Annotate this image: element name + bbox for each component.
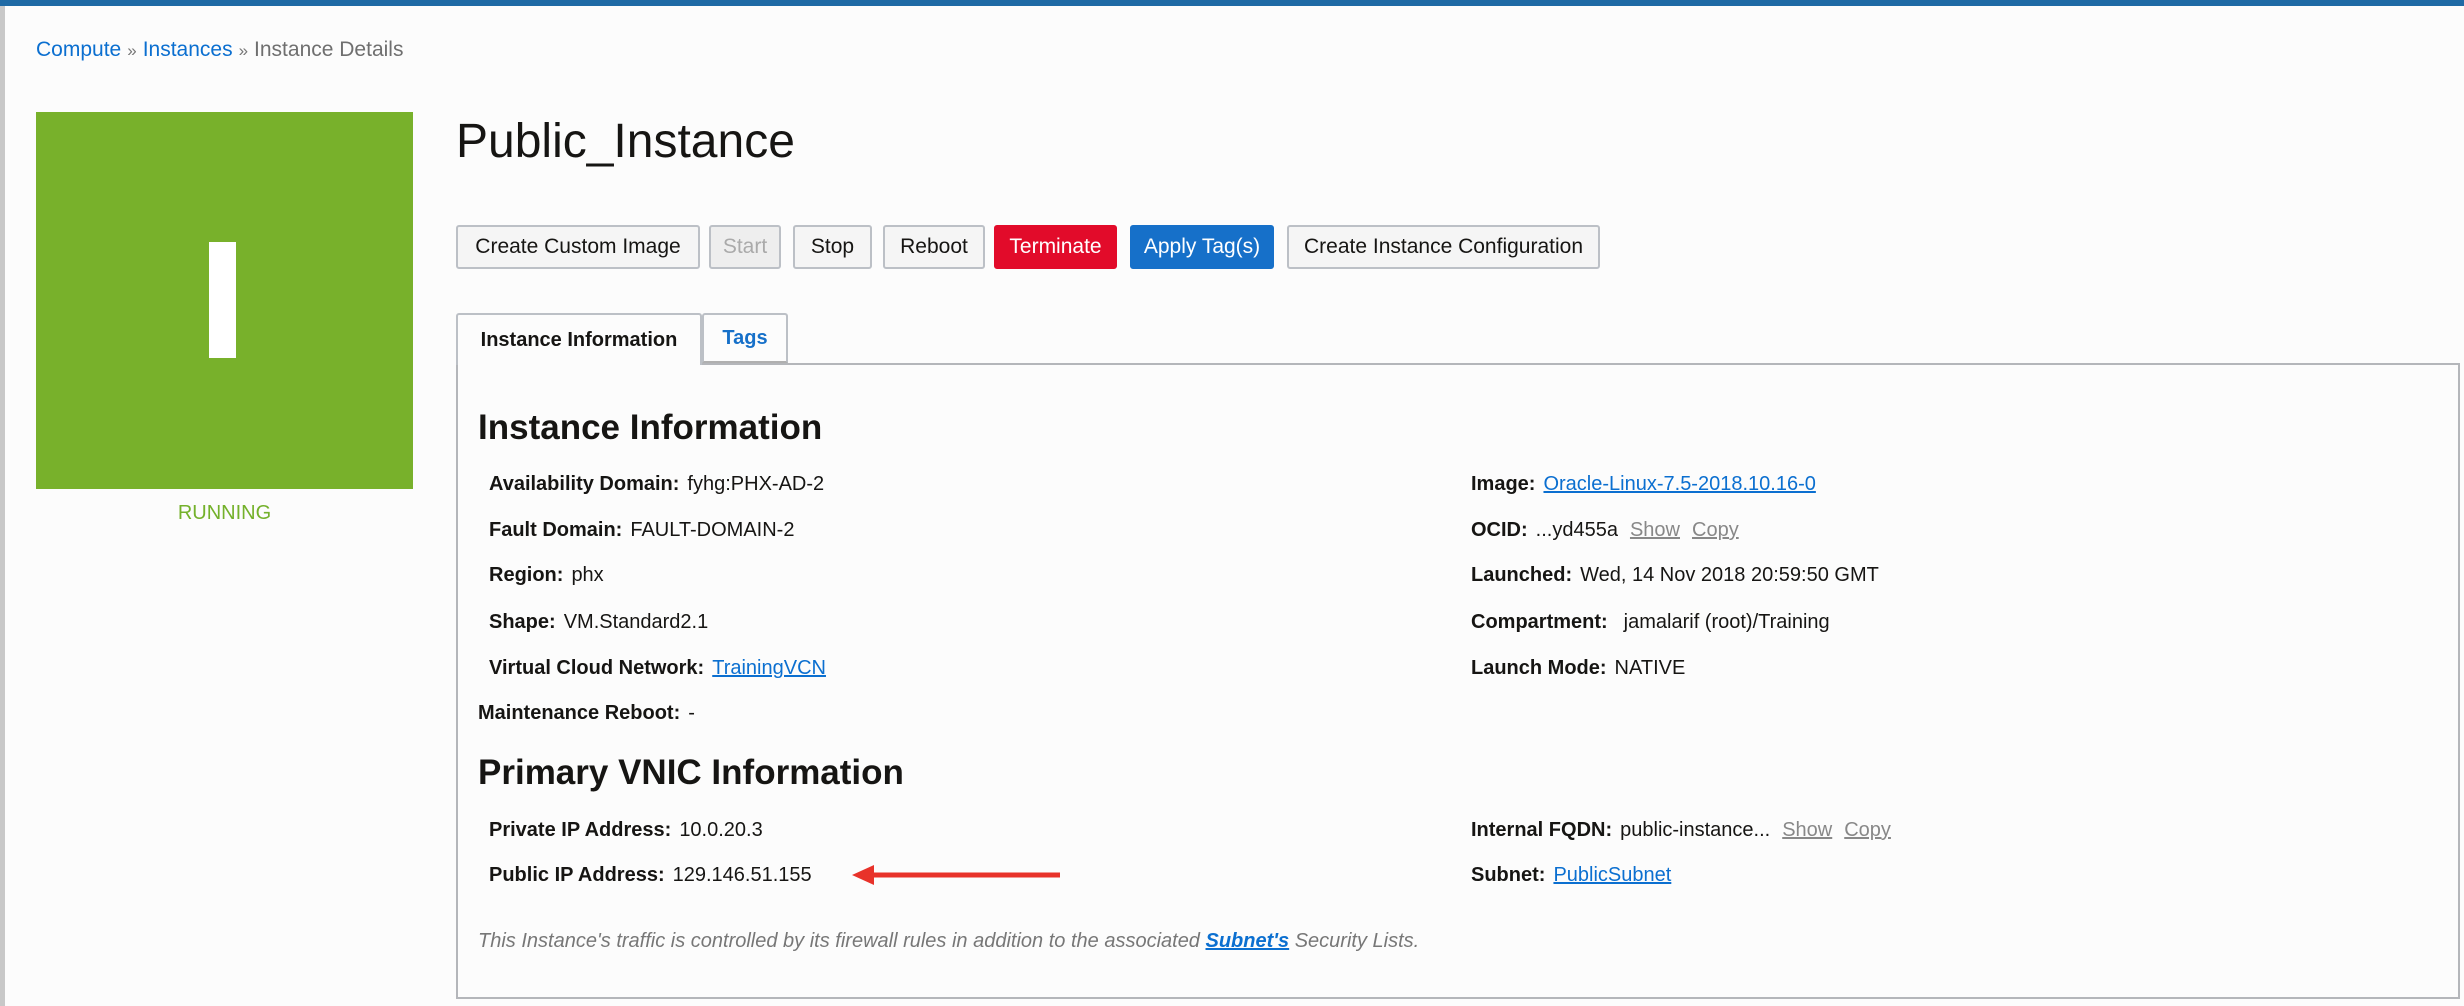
- field-value: -: [688, 702, 695, 724]
- left-edge: [0, 6, 5, 1006]
- field-label: Virtual Cloud Network:: [489, 657, 705, 679]
- terminate-button[interactable]: Terminate: [994, 225, 1117, 269]
- image-link[interactable]: Oracle-Linux-7.5-2018.10.16-0: [1543, 473, 1815, 495]
- field-value: Wed, 14 Nov 2018 20:59:50 GMT: [1580, 564, 1879, 586]
- ocid-show-link[interactable]: Show: [1630, 519, 1680, 541]
- maintenance-reboot-row: Maintenance Reboot: -: [478, 702, 695, 725]
- field-label: Internal FQDN:: [1471, 819, 1613, 841]
- field-label: Region:: [489, 564, 564, 586]
- field-label: Launch Mode:: [1471, 657, 1607, 679]
- internal-fqdn-row: Internal FQDN: public-instance... Show Copy: [1471, 819, 1891, 842]
- field-label: Image:: [1471, 473, 1536, 495]
- tab-tags[interactable]: Tags: [702, 313, 788, 363]
- field-label: Shape:: [489, 611, 556, 633]
- field-label: Maintenance Reboot:: [478, 702, 681, 724]
- field-label: Launched:: [1471, 564, 1573, 586]
- vcn-row: Virtual Cloud Network: TrainingVCN: [489, 657, 826, 680]
- field-value: 10.0.20.3: [679, 819, 763, 841]
- field-value: VM.Standard2.1: [563, 611, 709, 633]
- fault-domain-row: Fault Domain: FAULT-DOMAIN-2: [489, 519, 794, 542]
- create-instance-configuration-button[interactable]: Create Instance Configuration: [1287, 225, 1600, 269]
- fqdn-show-link[interactable]: Show: [1782, 819, 1832, 841]
- breadcrumb-separator: »: [127, 41, 137, 60]
- breadcrumb-compute[interactable]: Compute: [36, 38, 121, 61]
- note-text: Security Lists.: [1294, 930, 1420, 952]
- field-value: NATIVE: [1614, 657, 1686, 679]
- field-label: Subnet:: [1471, 864, 1546, 886]
- top-bar: [0, 0, 2464, 6]
- primary-vnic-heading: Primary VNIC Information: [478, 753, 904, 792]
- region-row: Region: phx: [489, 564, 604, 587]
- breadcrumb: Compute » Instances » Instance Details: [36, 38, 403, 62]
- vcn-link[interactable]: TrainingVCN: [712, 657, 826, 679]
- page-title: Public_Instance: [456, 115, 795, 168]
- field-label: Fault Domain:: [489, 519, 623, 541]
- shape-row: Shape: VM.Standard2.1: [489, 611, 708, 634]
- subnet-link[interactable]: PublicSubnet: [1553, 864, 1671, 886]
- field-label: Compartment:: [1471, 611, 1608, 633]
- status-label: RUNNING: [177, 502, 272, 524]
- create-custom-image-button[interactable]: Create Custom Image: [456, 225, 700, 269]
- start-button[interactable]: Start: [709, 225, 781, 269]
- field-value: FAULT-DOMAIN-2: [630, 519, 795, 541]
- fqdn-copy-link[interactable]: Copy: [1844, 819, 1891, 841]
- availability-domain-row: Availability Domain: fyhg:PHX-AD-2: [489, 473, 824, 496]
- subnet-row: Subnet: PublicSubnet: [1471, 864, 1671, 887]
- ocid-row: OCID: ...yd455a Show Copy: [1471, 519, 1739, 542]
- image-row: Image: Oracle-Linux-7.5-2018.10.16-0: [1471, 473, 1816, 496]
- breadcrumb-instances[interactable]: Instances: [143, 38, 233, 61]
- instance-icon-letter: [209, 242, 236, 358]
- field-value: public-instance...: [1620, 819, 1771, 841]
- subnet-security-link[interactable]: Subnet's: [1206, 930, 1290, 952]
- public-ip-value: 129.146.51.155: [672, 864, 812, 886]
- apply-tags-button[interactable]: Apply Tag(s): [1130, 225, 1274, 269]
- compartment-row: Compartment: jamalarif (root)/Training: [1471, 611, 1830, 634]
- field-label: Availability Domain:: [489, 473, 680, 495]
- breadcrumb-separator: »: [238, 41, 249, 60]
- field-value: jamalarif (root)/Training: [1623, 611, 1830, 633]
- note-text: This Instance's traffic is controlled by…: [478, 930, 1200, 952]
- instance-information-heading: Instance Information: [478, 408, 823, 447]
- stop-button[interactable]: Stop: [793, 225, 872, 269]
- instance-information-panel: [456, 363, 2460, 999]
- field-value: fyhg:PHX-AD-2: [687, 473, 825, 495]
- field-value: phx: [571, 564, 604, 586]
- field-label: Private IP Address:: [489, 819, 672, 841]
- instance-icon: [36, 112, 413, 489]
- field-label: Public IP Address:: [489, 864, 665, 886]
- security-note: This Instance's traffic is controlled by…: [478, 930, 1419, 953]
- field-label: OCID:: [1471, 519, 1528, 541]
- public-ip-row: Public IP Address: 129.146.51.155: [489, 864, 812, 887]
- red-arrow-annotation: [852, 865, 1060, 885]
- ocid-copy-link[interactable]: Copy: [1692, 519, 1739, 541]
- private-ip-row: Private IP Address: 10.0.20.3: [489, 819, 763, 842]
- tab-instance-information[interactable]: Instance Information: [456, 313, 702, 365]
- reboot-button[interactable]: Reboot: [883, 225, 985, 269]
- launch-mode-row: Launch Mode: NATIVE: [1471, 657, 1685, 680]
- launched-row: Launched: Wed, 14 Nov 2018 20:59:50 GMT: [1471, 564, 1879, 587]
- breadcrumb-current: Instance Details: [254, 38, 404, 61]
- field-value: ...yd455a: [1535, 519, 1618, 541]
